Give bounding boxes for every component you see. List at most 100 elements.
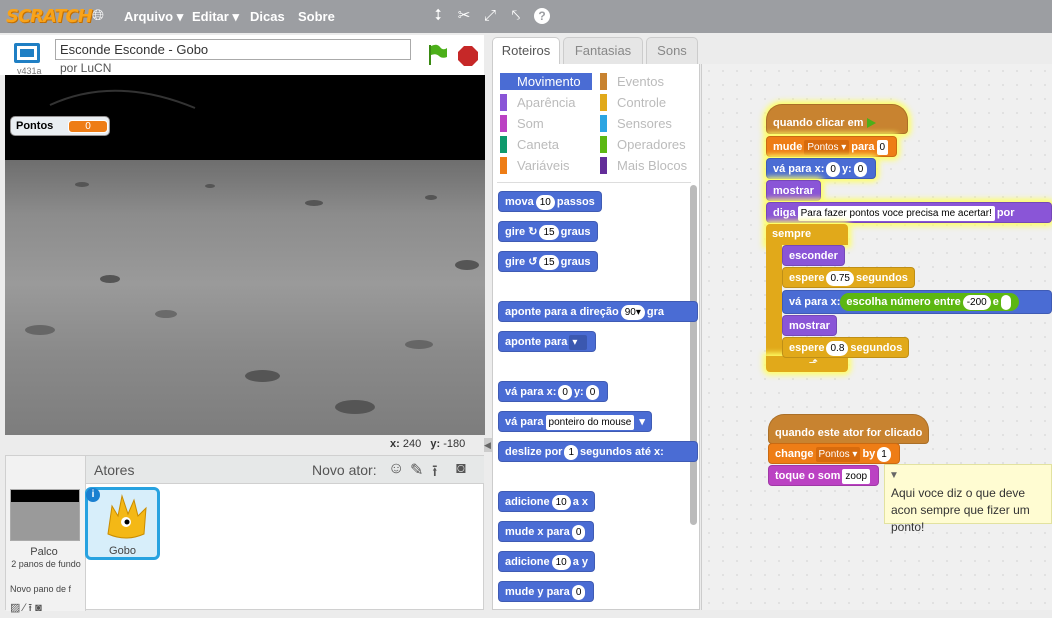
pick-random-block[interactable]: escolha número entre -200 e [840, 293, 1019, 312]
block-goto-xy[interactable]: vá para x: 0 y: 0 [498, 381, 609, 402]
info-icon[interactable]: i [86, 488, 100, 502]
block-glide[interactable]: deslize por 1 segundos até x: [498, 441, 698, 462]
tab-roteiros[interactable]: Roteiros [492, 37, 560, 65]
block-input[interactable]: 0 [826, 161, 840, 177]
block-change-y[interactable]: adicione 10 a y [498, 551, 596, 572]
stage-selector[interactable]: Palco 2 panos de fundo Novo pano de f ▨∕… [6, 456, 86, 614]
cat-eventos[interactable]: Eventos [600, 73, 692, 90]
tab-fantasias[interactable]: Fantasias [563, 37, 643, 64]
sound-dropdown[interactable]: zoop [842, 468, 871, 484]
cat-controle[interactable]: Controle [600, 94, 692, 111]
block-turn-left[interactable]: gire ↺ 15 graus [498, 251, 598, 272]
menu-arquivo[interactable]: Arquivo ▾ [124, 9, 183, 25]
block-input[interactable]: 0 [558, 384, 572, 400]
block-wait-1[interactable]: espere 0.75 segundos [782, 267, 915, 288]
cut-icon[interactable]: ✂ [456, 8, 472, 24]
stage[interactable]: Pontos 0 [5, 75, 485, 435]
block-text: para [851, 141, 875, 153]
hat-when-sprite-clicked[interactable]: quando este ator for clicado [768, 414, 930, 444]
sprite-tile-gobo[interactable]: i Gobo [85, 487, 160, 560]
fullscreen-icon[interactable] [14, 43, 40, 63]
block-say[interactable]: diga Para fazer pontos voce precisa me ac… [766, 202, 1052, 223]
block-input[interactable] [1000, 294, 1011, 310]
block-dropdown[interactable]: ponteiro do mouse [545, 414, 635, 430]
block-change-x[interactable]: adicione 10 a x [498, 491, 596, 512]
shrink-icon[interactable]: ⤣ [508, 8, 524, 24]
paint-sprite-icon[interactable]: ✎ [410, 460, 423, 480]
block-input[interactable]: 10 [551, 554, 571, 570]
block-move[interactable]: mova 10 passos [498, 191, 602, 212]
menu-editar[interactable]: Editar ▾ [192, 9, 239, 25]
variable-dropdown[interactable]: Pontos ▾ [815, 446, 861, 462]
dropdown-icon[interactable]: ▾ [569, 334, 588, 350]
cat-aparencia[interactable]: Aparência [500, 94, 592, 111]
block-input[interactable]: 90▾ [620, 304, 645, 320]
block-input[interactable]: 0 [585, 384, 600, 400]
cat-movimento[interactable]: Movimento [500, 73, 592, 90]
script-comment[interactable]: ▼ Aqui voce diz o que deve acon sempre q… [884, 464, 1052, 534]
block-input[interactable]: 15 [539, 224, 559, 240]
block-change-variable[interactable]: change Pontos ▾ by 1 [768, 443, 900, 464]
block-set-variable[interactable]: mude Pontos ▾ para 0 [766, 136, 898, 157]
block-input[interactable]: 10 [551, 494, 571, 510]
block-input[interactable]: 15 [539, 254, 559, 270]
cat-operadores[interactable]: Operadores [600, 136, 692, 153]
cat-variaveis[interactable]: Variáveis [500, 157, 592, 174]
backdrop-tools-icon[interactable]: ▨∕⭱◙ [10, 599, 45, 618]
block-hide[interactable]: esconder [782, 245, 845, 266]
collapse-arrow-icon[interactable]: ◀ [484, 438, 492, 452]
block-turn-right[interactable]: gire ↻ 15 graus [498, 221, 598, 242]
block-input[interactable]: 1 [877, 446, 891, 462]
collapse-comment-icon[interactable]: ▼ [889, 467, 899, 484]
block-point-towards[interactable]: aponte para ▾ [498, 331, 597, 352]
block-set-y[interactable]: mude y para 0 [498, 581, 595, 602]
hat-when-flag-clicked[interactable]: quando clicar em [766, 104, 908, 134]
stop-icon[interactable] [458, 46, 478, 69]
tab-sons[interactable]: Sons [646, 37, 698, 64]
block-input[interactable]: 10 [535, 194, 555, 210]
coord-x-label: x: [390, 438, 400, 450]
block-input[interactable]: 0.8 [826, 340, 849, 356]
menu-sobre[interactable]: Sobre [298, 9, 335, 24]
camera-icon[interactable]: ◙ [456, 460, 466, 478]
block-input[interactable]: -200 [962, 294, 991, 310]
project-title-input[interactable]: Esconde Esconde - Gobo [55, 39, 411, 60]
block-input[interactable]: Para fazer pontos voce precisa me acerta… [797, 205, 995, 221]
block-wait-2[interactable]: espere 0.8 segundos [782, 337, 910, 358]
block-text: vá para [505, 416, 544, 428]
palette-scrollbar[interactable] [690, 185, 697, 525]
block-input[interactable]: 0 [571, 524, 586, 540]
scratch-logo[interactable]: SCRATCH [6, 6, 93, 27]
cat-sensores[interactable]: Sensores [600, 115, 692, 132]
grow-icon[interactable]: ⤢ [482, 8, 498, 24]
globe-icon[interactable]: 🌐︎ [90, 8, 106, 24]
block-input[interactable]: 0 [571, 584, 586, 600]
block-text: deslize por [505, 446, 563, 458]
block-input[interactable]: 0 [876, 139, 889, 155]
help-icon[interactable]: ? [534, 8, 550, 24]
block-input[interactable]: 0.75 [826, 270, 854, 286]
block-play-sound[interactable]: toque o som zoop [768, 465, 880, 486]
block-input[interactable]: 1 [564, 444, 579, 460]
cat-caneta[interactable]: Caneta [500, 136, 592, 153]
menu-dicas[interactable]: Dicas [250, 9, 285, 24]
cat-som[interactable]: Som [500, 115, 592, 132]
variable-dropdown[interactable]: Pontos ▾ [804, 139, 850, 155]
block-goto-xy-script[interactable]: vá para x: 0 y: 0 [766, 158, 877, 179]
green-flag-icon[interactable] [428, 44, 448, 69]
block-forever[interactable]: sempre [766, 224, 848, 245]
upload-sprite-icon[interactable]: ⭱ [432, 460, 438, 487]
sprite-library-icon[interactable]: ☺ [388, 460, 404, 478]
block-point-direction[interactable]: aponte para a direção 90▾ gra [498, 301, 698, 322]
block-input[interactable]: 0 [853, 161, 868, 177]
block-goto-random[interactable]: vá para x: escolha número entre -200 e [782, 290, 1052, 314]
block-show-2[interactable]: mostrar [782, 315, 837, 336]
block-goto[interactable]: vá para ponteiro do mouse ▾ [498, 411, 652, 432]
cat-mais-blocos[interactable]: Mais Blocos [600, 157, 692, 174]
stage-thumbnail[interactable] [10, 489, 80, 541]
pontos-monitor[interactable]: Pontos 0 [10, 116, 110, 136]
forever-arm [766, 245, 782, 357]
duplicate-icon[interactable]: ⭥ [430, 8, 446, 24]
block-set-x[interactable]: mude x para 0 [498, 521, 595, 542]
block-show[interactable]: mostrar [766, 180, 821, 201]
